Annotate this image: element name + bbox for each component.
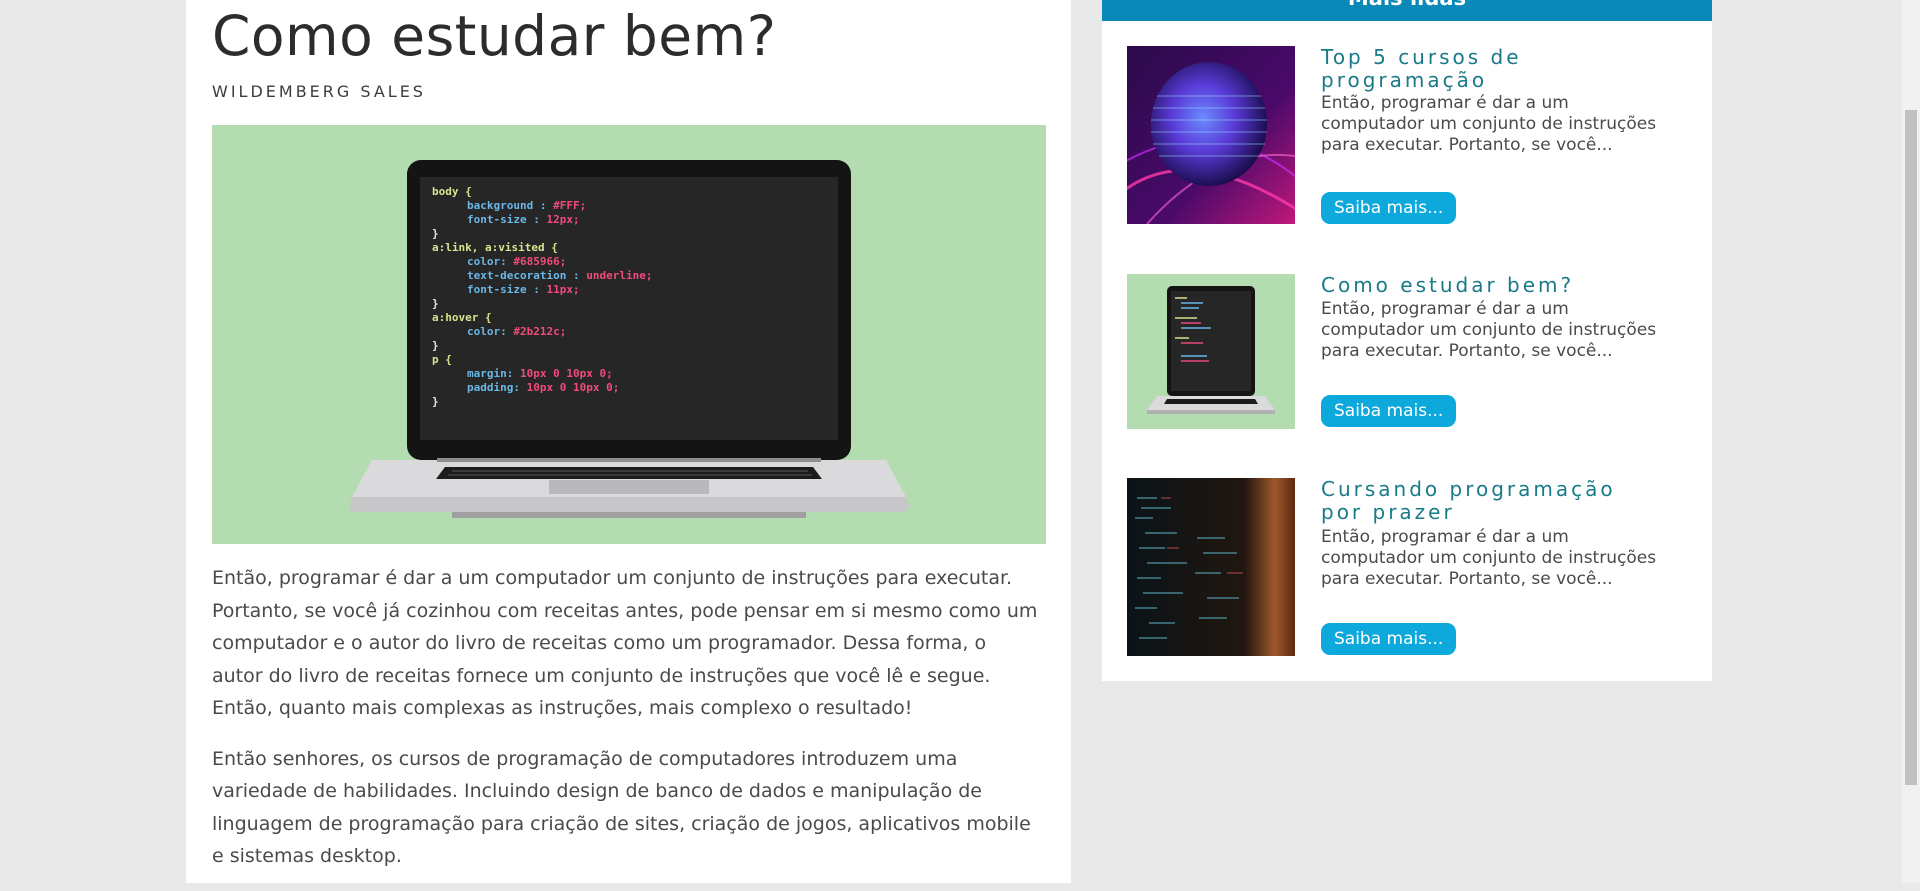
read-more-button[interactable]: Saiba mais... [1321,395,1457,427]
post-excerpt: Então, programar é dar a um computador u… [1321,527,1657,589]
code-line: } [432,227,439,240]
post-thumbnail-binary-sphere[interactable] [1127,46,1295,224]
post-title-link[interactable]: Cursando programação por prazer [1321,478,1661,524]
code-line: } [432,339,439,352]
post-thumbnail-code-reflection[interactable] [1127,478,1295,656]
laptop-illustration: body {background : #FFF;font-size : 12px… [212,125,1046,544]
code-line: a:link, a:visited { [432,241,558,254]
read-more-button[interactable]: Saiba mais... [1321,192,1457,224]
article-paragraph: Então, programar é dar a um computador u… [212,567,1038,719]
code-line: p { [432,353,452,366]
read-more-button[interactable]: Saiba mais... [1321,623,1457,655]
hero-image-laptop: body {background : #FFF; font-size : 12px… [212,125,1046,544]
code-line: } [432,297,439,310]
post-excerpt: Então, programar é dar a um computador u… [1321,93,1657,155]
code-line: } [432,395,439,408]
post-title-link[interactable]: Como estudar bem? [1321,274,1661,297]
code-line: body { [432,185,472,198]
article-body: Então, programar é dar a um computador u… [212,562,1042,891]
code-line: margin: 10px 0 10px 0; [467,367,613,380]
page-scrollbar[interactable] [1902,0,1920,883]
code-line: a:hover { [432,311,492,324]
code-line: font-size : 12px; [467,213,580,226]
code-line: text-decoration : underline; [467,269,652,282]
code-line: color: #2b212c; [467,325,566,338]
page-title: Como estudar bem? [212,4,777,68]
sidebar-title: Mais lidas [1102,0,1712,10]
code-line: font-size : 11px; [467,283,580,296]
article-panel: Como estudar bem? WILDEMBERG SALES body … [186,0,1071,883]
post-excerpt: Então, programar é dar a um computador u… [1321,299,1657,361]
code-line: color: #685966; [467,255,566,268]
post-title-link[interactable]: Top 5 cursos de programação [1321,46,1661,92]
article-paragraph: Então senhores, os cursos de programação… [212,747,1031,868]
code-line: padding: 10px 0 10px 0; [467,381,619,394]
sidebar-header: Mais lidas [1102,0,1712,21]
author-name: WILDEMBERG SALES [212,82,426,101]
post-thumbnail-laptop[interactable] [1127,274,1295,429]
sidebar-most-read: Mais lidas [1102,0,1712,681]
scrollbar-thumb[interactable] [1905,110,1917,785]
code-line: background : #FFF; [467,199,586,212]
